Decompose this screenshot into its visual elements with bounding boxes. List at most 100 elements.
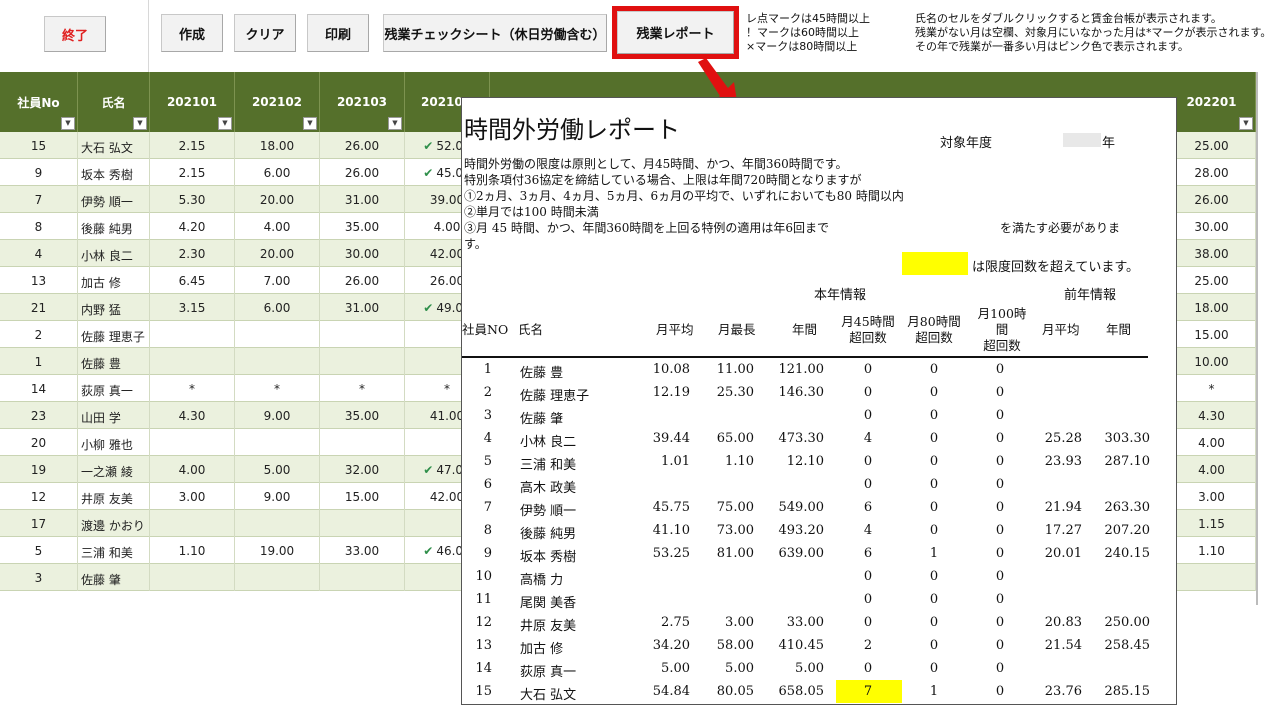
header-label: 社員No xyxy=(17,95,60,110)
employee-name-cell[interactable]: 小柳 雅也 xyxy=(78,429,150,456)
employee-name-cell[interactable]: 佐藤 肇 xyxy=(78,564,150,591)
create-button[interactable]: 作成 xyxy=(161,14,223,52)
hours-cell: 25.00 xyxy=(1168,132,1256,159)
employee-name-cell[interactable]: 井原 友美 xyxy=(78,483,150,510)
employee-name-cell[interactable]: 一之瀬 綾 xyxy=(78,456,150,483)
header-month: 202101 ▼ xyxy=(150,72,235,132)
hours-cell xyxy=(150,429,235,456)
filter-dropdown-icon[interactable]: ▼ xyxy=(1239,117,1253,130)
cell-value: 4.30 xyxy=(178,408,206,423)
cell-value: 3 xyxy=(34,570,43,585)
report-cell-name: 佐藤 肇 xyxy=(520,412,564,427)
col-over80-line: 超回数 xyxy=(915,330,953,345)
employee-name-cell[interactable]: 後藤 純男 xyxy=(78,213,150,240)
report-cell-c100: 0 xyxy=(995,569,1005,584)
report-cell-c100: 0 xyxy=(995,385,1005,400)
cell-value: 一之瀬 綾 xyxy=(81,465,133,479)
employee-name-cell[interactable]: 佐藤 豊 xyxy=(78,348,150,375)
report-row: 4 小林 良二 39.44 65.00 473.30 4 0 0 25.28 303.30 xyxy=(462,428,1176,451)
report-cell-c45: 0 xyxy=(863,477,873,492)
hours-cell xyxy=(320,348,405,375)
print-button[interactable]: 印刷 xyxy=(307,14,369,52)
report-cell-no: 2 xyxy=(483,385,492,400)
group-previous-year: 前年情報 xyxy=(1064,288,1117,303)
report-cell-c45: 0 xyxy=(863,592,873,607)
report-cell-c100: 0 xyxy=(995,408,1005,423)
report-cell-max: 58.00 xyxy=(716,638,754,653)
report-cell-c80: 0 xyxy=(929,615,939,630)
filter-dropdown-icon[interactable]: ▼ xyxy=(61,117,75,130)
report-cell-max: 81.00 xyxy=(716,546,754,561)
end-button[interactable]: 終了 xyxy=(44,16,106,52)
report-cell-c80: 0 xyxy=(929,592,939,607)
report-row: 2 佐藤 理恵子 12.19 25.30 146.30 0 0 0 xyxy=(462,382,1176,405)
report-cell-year: 658.05 xyxy=(778,684,825,699)
cell-value: 15.00 xyxy=(1194,327,1229,342)
hours-cell xyxy=(150,510,235,537)
cell-value: 38.00 xyxy=(1194,246,1229,261)
overtime-checksheet-button[interactable]: 残業チェックシート（休日労働含む） xyxy=(383,14,607,52)
report-cell-avg: 10.08 xyxy=(652,362,690,377)
report-cell-year: 493.20 xyxy=(778,523,825,538)
header-label: 202103 xyxy=(336,95,388,109)
clear-button[interactable]: クリア xyxy=(234,14,296,52)
sheet-edge xyxy=(1256,72,1258,605)
cell-value: 1.10 xyxy=(1198,543,1225,558)
hours-cell: 3.00 xyxy=(1168,483,1256,510)
cell-value: 1 xyxy=(34,354,43,369)
report-cell-c100: 0 xyxy=(995,638,1005,653)
filter-dropdown-icon[interactable]: ▼ xyxy=(218,117,232,130)
employee-name-cell[interactable]: 三浦 和美 xyxy=(78,537,150,564)
report-desc-line: ③月 45 時間、かつ、年間360時間を上回る特例の適用は年6回まで xyxy=(464,221,829,235)
report-cell-c80: 0 xyxy=(929,500,939,515)
employee-name-cell[interactable]: 小林 良二 xyxy=(78,240,150,267)
filter-dropdown-icon[interactable]: ▼ xyxy=(388,117,402,130)
hours-cell: 15.00 xyxy=(320,483,405,510)
hours-cell xyxy=(150,564,235,591)
employee-name-cell[interactable]: 渡邊 かおり xyxy=(78,510,150,537)
filter-dropdown-icon[interactable]: ▼ xyxy=(303,117,317,130)
hours-cell xyxy=(235,429,320,456)
report-desc-line: 特別条項付36協定を締結している場合、上限は年間720時間となりますが xyxy=(464,173,862,187)
cell-value: 1.10 xyxy=(178,543,206,558)
cell-value: 10.00 xyxy=(1194,354,1229,369)
report-cell-no: 8 xyxy=(483,523,492,538)
employee-name-cell[interactable]: 大石 弘文 xyxy=(78,132,150,159)
report-cell-c80: 0 xyxy=(929,385,939,400)
cell-value: 20 xyxy=(30,435,47,450)
cell-value: 大石 弘文 xyxy=(81,141,133,155)
employee-name-cell[interactable]: 佐藤 理恵子 xyxy=(78,321,150,348)
report-cell-name: 荻原 真一 xyxy=(520,665,577,680)
help-line: 残業がない月は空欄、対象月にいなかった月は*マークが表示されます。 xyxy=(915,26,1272,39)
employee-name-cell[interactable]: 坂本 秀樹 xyxy=(78,159,150,186)
report-cell-name: 坂本 秀樹 xyxy=(520,550,577,565)
hours-cell: 9.00 xyxy=(235,402,320,429)
col-over80-count: 月80時間 超回数 xyxy=(904,314,964,346)
cell-value: 26.00 xyxy=(429,273,465,288)
employee-name-cell[interactable]: 山田 学 xyxy=(78,402,150,429)
report-desc-line: ①2ヵ月、3ヵ月、4ヵ月、5ヵ月、6ヵ月の平均で、いずれにおいても80 時間以内 xyxy=(464,189,904,203)
report-cell-year: 33.00 xyxy=(786,615,824,630)
cell-value: 渡邊 かおり xyxy=(81,519,145,533)
employee-name-cell[interactable]: 加古 修 xyxy=(78,267,150,294)
report-year-unit: 年 xyxy=(1102,136,1116,151)
report-cell-c100: 0 xyxy=(995,615,1005,630)
employee-name-cell[interactable]: 荻原 真一 xyxy=(78,375,150,402)
hours-cell: 10.00 xyxy=(1168,348,1256,375)
hours-cell: 1.10 xyxy=(150,537,235,564)
cell-value: 14 xyxy=(30,381,47,396)
report-row: 3 佐藤 肇 0 0 0 xyxy=(462,405,1176,428)
employee-name-cell[interactable]: 内野 猛 xyxy=(78,294,150,321)
report-row: 5 三浦 和美 1.01 1.10 12.10 0 0 0 23.93 287.10 xyxy=(462,451,1176,474)
report-cell-c80: 0 xyxy=(929,454,939,469)
report-cell-avg: 34.20 xyxy=(652,638,690,653)
report-cell-no: 10 xyxy=(475,569,492,584)
report-cell-name: 高橋 力 xyxy=(520,573,564,588)
report-header-rule xyxy=(462,356,1148,358)
filter-dropdown-icon[interactable]: ▼ xyxy=(133,117,147,130)
employee-name-cell[interactable]: 伊勢 順一 xyxy=(78,186,150,213)
hours-cell: 25.00 xyxy=(1168,267,1256,294)
report-cell-max: 65.00 xyxy=(716,431,754,446)
cell-value: 3.15 xyxy=(178,300,206,315)
cell-value: 41.00 xyxy=(429,408,465,423)
